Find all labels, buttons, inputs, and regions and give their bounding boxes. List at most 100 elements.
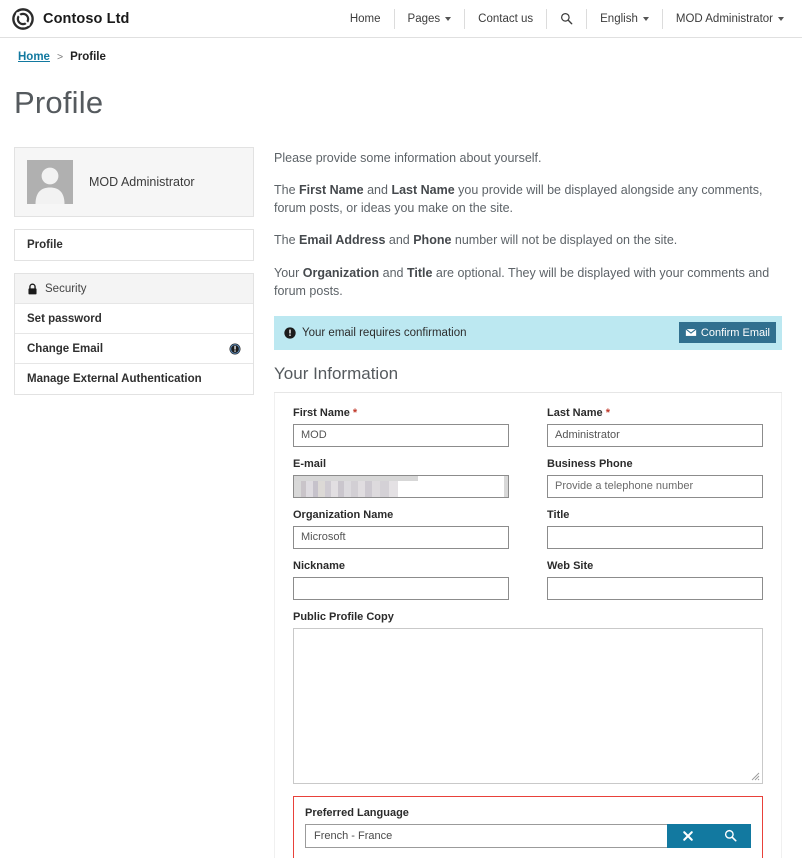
resize-handle-icon[interactable] <box>749 770 760 781</box>
close-x-icon <box>683 830 693 841</box>
business-phone-input[interactable] <box>547 474 763 498</box>
sidebar-item-change-email[interactable]: Change Email <box>15 334 253 364</box>
intro-p3-part-c: and <box>385 233 414 248</box>
search-icon <box>561 13 573 25</box>
email-label: E-mail <box>293 457 327 470</box>
nav-item-label: Pages <box>407 12 441 25</box>
sidebar: MOD Administrator Profile Security Set p… <box>14 147 254 407</box>
nickname-input[interactable] <box>293 576 509 600</box>
field-group-nickname: Nickname <box>293 560 509 600</box>
nav-item-contact-us[interactable]: Contact us <box>465 8 548 29</box>
brand[interactable]: Contoso Ltd <box>12 7 130 30</box>
sidebar-item-label: Set password <box>27 312 102 325</box>
breadcrumb-home-link[interactable]: Home <box>18 51 50 63</box>
intro-p2-bold-first-name: First Name <box>299 183 364 198</box>
page-layout: MOD Administrator Profile Security Set p… <box>0 121 802 858</box>
field-group-public-profile-copy: Public Profile Copy <box>293 611 763 784</box>
chevron-down-icon <box>642 16 649 21</box>
sidebar-item-label: Profile <box>27 239 63 251</box>
field-group-last-name: Last Name * <box>547 407 763 447</box>
preferred-language-group: Preferred Language <box>293 795 763 858</box>
intro-p3-part-a: The <box>274 233 300 248</box>
first-name-label: First Name * <box>293 407 509 419</box>
field-group-first-name: First Name * <box>293 407 509 447</box>
sidebar-profile-name: MOD Administrator <box>89 175 195 189</box>
web-site-input[interactable] <box>547 576 763 600</box>
field-group-web-site: Web Site <box>547 560 763 600</box>
form-row-names: First Name * Last Name * <box>293 407 763 447</box>
contoso-ring-logo-icon <box>12 7 34 30</box>
nav-item-user-menu[interactable]: MOD Administrator <box>663 9 788 29</box>
preferred-language-control <box>305 823 751 848</box>
sidebar-item-set-password[interactable]: Set password <box>15 304 253 334</box>
nav-item-search[interactable] <box>547 8 588 29</box>
intro-p4-bold-title: Title <box>406 265 433 280</box>
nav-item-home[interactable]: Home <box>337 8 395 29</box>
sidebar-item-manage-external-authentication[interactable]: Manage External Authentication <box>15 364 253 394</box>
nav-item-language[interactable]: English <box>587 8 663 29</box>
breadcrumb: Home > Profile <box>0 38 802 63</box>
confirm-email-button[interactable]: Confirm Email <box>678 322 776 344</box>
search-icon <box>724 830 737 842</box>
chevron-down-icon <box>445 16 452 21</box>
lock-icon <box>28 283 37 294</box>
public-profile-copy-label: Public Profile Copy <box>293 610 394 623</box>
intro-paragraph-2: The First Name and Last Name you provide… <box>274 181 782 217</box>
required-marker: * <box>352 406 358 419</box>
field-group-business-phone: Business Phone <box>547 458 763 498</box>
preferred-language-clear-button[interactable] <box>667 823 709 848</box>
required-marker: * <box>605 406 610 419</box>
sidebar-profile-panel: Profile <box>14 229 254 261</box>
title-label: Title <box>547 508 570 521</box>
field-group-organization-name: Organization Name <box>293 509 509 549</box>
nickname-label: Nickname <box>293 559 345 572</box>
envelope-icon <box>684 328 697 338</box>
intro-p4-part-c: and <box>379 265 407 280</box>
alert-message: Your email requires confirmation <box>302 326 467 339</box>
sidebar-security-panel: Security Set password Change Email Manag… <box>14 273 254 395</box>
business-phone-label: Business Phone <box>547 457 633 470</box>
sidebar-item-label: Manage External Authentication <box>27 373 202 385</box>
email-input-wrap <box>293 474 509 498</box>
alert-message-wrap: Your email requires confirmation <box>284 327 467 339</box>
title-input[interactable] <box>547 525 763 549</box>
preferred-language-label: Preferred Language <box>305 806 409 819</box>
chevron-down-icon <box>778 16 784 21</box>
intro-text: Please provide some information about yo… <box>274 149 782 300</box>
intro-p4-bold-organization: Organization <box>302 265 380 280</box>
form-row-organization-title: Organization Name Title <box>293 509 763 549</box>
preferred-language-search-button[interactable] <box>709 823 751 848</box>
public-profile-copy-textarea[interactable] <box>293 627 763 784</box>
field-group-email: E-mail <box>293 458 509 498</box>
brand-name: Contoso Ltd <box>43 10 130 27</box>
sidebar-item-profile[interactable]: Profile <box>15 230 253 260</box>
form-row-email-phone: E-mail Business Phone <box>293 458 763 498</box>
sidebar-profile-card: MOD Administrator <box>14 147 254 217</box>
intro-p4-part-a: Your <box>274 265 303 280</box>
nav-item-label: MOD Administrator <box>675 12 773 25</box>
top-navbar: Contoso Ltd Home Pages Contact us Englis… <box>0 0 802 38</box>
first-name-label-text: First Name <box>293 406 350 419</box>
nav-item-pages[interactable]: Pages <box>395 8 466 29</box>
confirm-email-button-label: Confirm Email <box>700 326 770 339</box>
intro-p3-bold-phone: Phone <box>413 233 452 248</box>
intro-paragraph-4: Your Organization and Title are optional… <box>274 264 782 300</box>
intro-p2-part-a: The <box>274 183 300 198</box>
last-name-label-text: Last Name <box>547 406 603 419</box>
breadcrumb-current: Profile <box>70 51 106 63</box>
form-row-nickname-website: Nickname Web Site <box>293 560 763 600</box>
section-title-your-information: Your Information <box>274 364 782 393</box>
first-name-input[interactable] <box>293 423 509 447</box>
sidebar-security-header: Security <box>15 274 253 304</box>
intro-p2-bold-last-name: Last Name <box>391 183 455 198</box>
last-name-input[interactable] <box>547 423 763 447</box>
sidebar-item-label: Change Email <box>27 342 104 355</box>
exclamation-circle-icon <box>284 327 296 339</box>
organization-name-input[interactable] <box>293 525 509 549</box>
main-content: Please provide some information about yo… <box>274 147 782 858</box>
intro-p2-part-c: and <box>363 183 392 198</box>
email-redaction-overlay <box>294 475 419 481</box>
profile-form: First Name * Last Name * E-mail <box>274 392 782 858</box>
sidebar-security-label: Security <box>45 282 87 295</box>
preferred-language-input[interactable] <box>305 823 667 848</box>
